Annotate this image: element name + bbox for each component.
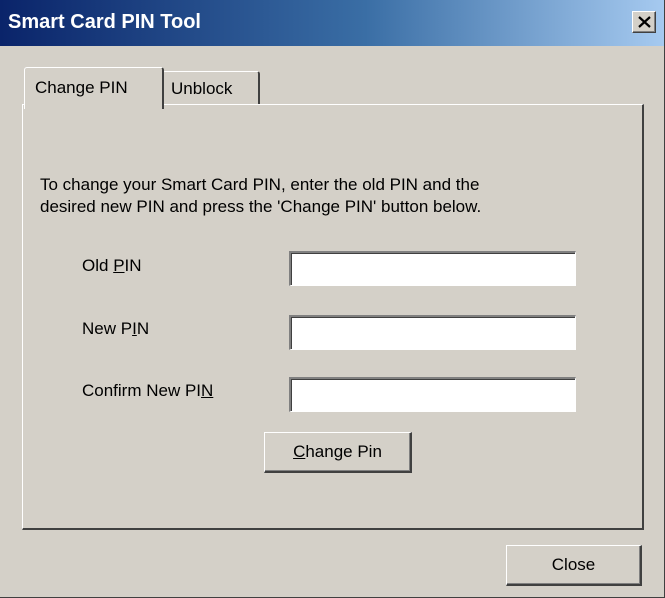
title-bar[interactable]: Smart Card PIN Tool: [0, 0, 664, 46]
new-pin-label: New PIN: [82, 319, 150, 338]
change-pin-button[interactable]: Change Pin: [264, 432, 412, 473]
old-pin-label: Old PIN: [82, 256, 142, 275]
window-title: Smart Card PIN Tool: [8, 11, 201, 33]
confirm-new-pin-field[interactable]: [289, 377, 576, 412]
instructions-line-1: To change your Smart Card PIN, enter the…: [40, 175, 480, 194]
title-close-button[interactable]: [632, 11, 656, 33]
confirm-new-pin-label: Confirm New PIN: [82, 381, 214, 400]
tab-unblock[interactable]: Unblock: [162, 71, 260, 104]
dialog-window: Smart Card PIN Tool Change PIN Unblock T…: [0, 0, 665, 598]
tab-change-pin[interactable]: Change PIN: [24, 67, 164, 109]
instructions-text: To change your Smart Card PIN, enter the…: [40, 174, 600, 218]
tab-change-pin-label: Change PIN: [35, 78, 128, 97]
tab-unblock-label: Unblock: [171, 79, 233, 98]
instructions-line-2: desired new PIN and press the 'Change PI…: [40, 197, 482, 216]
close-button[interactable]: Close: [506, 545, 642, 586]
new-pin-field[interactable]: [289, 315, 576, 350]
close-x-icon: [638, 16, 651, 28]
old-pin-field[interactable]: [289, 251, 576, 286]
